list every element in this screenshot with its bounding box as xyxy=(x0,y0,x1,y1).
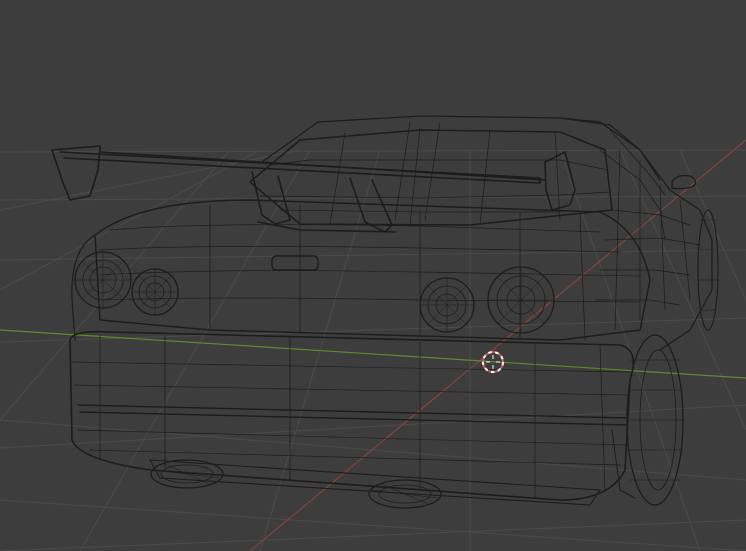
3d-viewport[interactable] xyxy=(0,0,746,551)
exhaust-tip-right xyxy=(368,479,442,509)
y-axis-line xyxy=(0,329,746,379)
tail-light-left-inner xyxy=(131,268,179,316)
side-mirror xyxy=(671,174,697,190)
trunk-mesh xyxy=(99,204,641,341)
car-wireframe[interactable] xyxy=(51,115,719,509)
viewport-canvas[interactable] xyxy=(0,0,746,551)
tail-light-left-outer xyxy=(74,251,132,309)
trunk-lid xyxy=(94,199,651,341)
trunk-handle xyxy=(271,255,319,271)
tail-light-right-outer xyxy=(487,266,555,334)
c-pillar-right xyxy=(559,117,713,351)
rear-wing xyxy=(51,145,576,233)
tail-light-right-inner xyxy=(419,277,475,333)
front-wheel-right xyxy=(697,209,719,331)
rear-wheel-right xyxy=(611,334,684,506)
left-quarter-panel xyxy=(71,234,96,341)
